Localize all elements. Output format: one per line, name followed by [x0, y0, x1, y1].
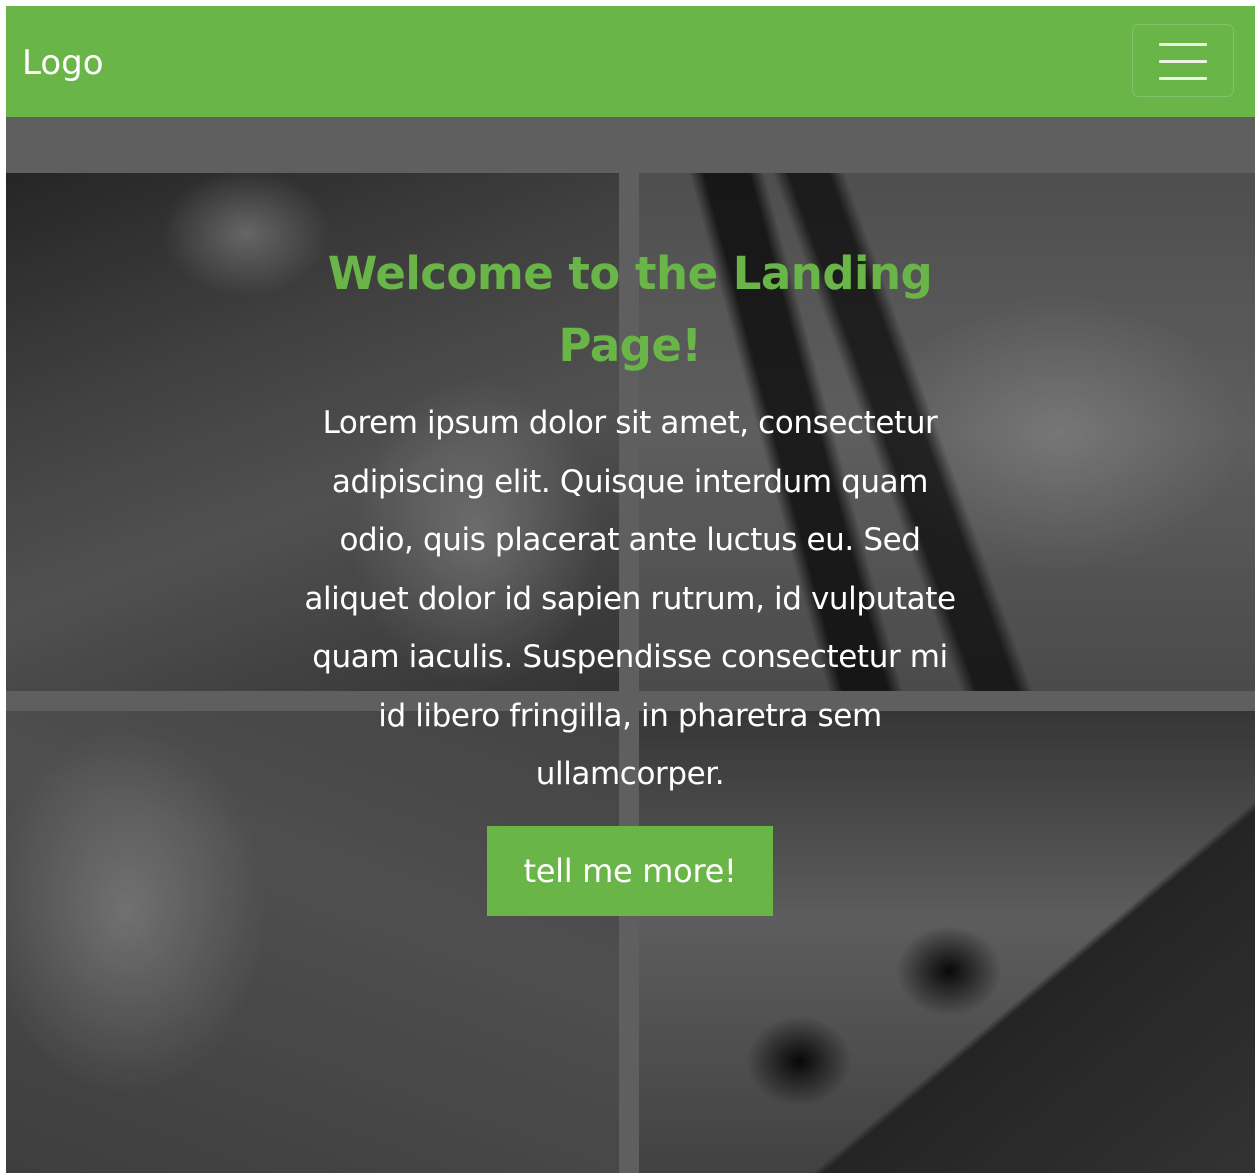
hero-title: Welcome to the Landing Page! [327, 247, 933, 372]
hamburger-menu-icon [1159, 77, 1207, 80]
hamburger-menu-icon [1159, 60, 1207, 63]
hero-content: Welcome to the Landing Page! Lorem ipsum… [300, 238, 960, 916]
hero-section: Welcome to the Landing Page! Lorem ipsum… [6, 117, 1255, 1173]
navbar-toggler-button[interactable] [1132, 24, 1234, 97]
hamburger-menu-icon [1159, 43, 1207, 46]
brand-logo[interactable]: Logo [22, 37, 104, 89]
hero-description: Lorem ipsum dolor sit amet, consectetur … [304, 405, 956, 792]
tell-me-more-button[interactable]: tell me more! [487, 825, 773, 916]
navbar: Logo [6, 6, 1255, 117]
page: Logo Welcome to the Landing Page! Lorem … [6, 6, 1255, 1173]
